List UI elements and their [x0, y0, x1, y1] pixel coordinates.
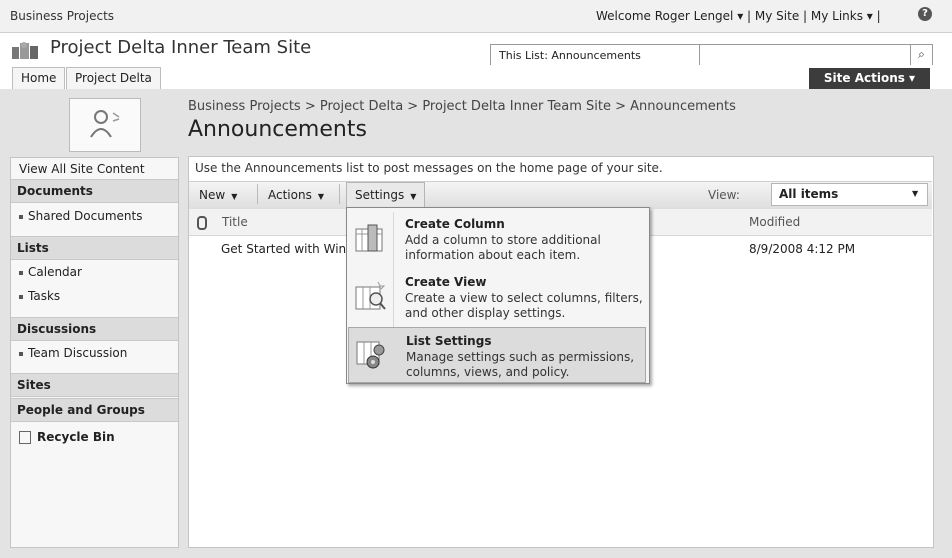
menu-item-description: Manage settings such as permissions, col…: [406, 350, 635, 379]
global-breadcrumb-link[interactable]: Business Projects: [10, 9, 114, 23]
tab-home[interactable]: Home: [12, 67, 66, 89]
column-modified-header[interactable]: Modified: [749, 215, 800, 229]
bullet-icon: [19, 294, 23, 299]
column-title-header[interactable]: Title: [222, 215, 248, 229]
nav-heading-people-groups[interactable]: People and Groups: [11, 398, 178, 422]
bullet-icon: [19, 270, 23, 275]
list-settings-icon: [356, 341, 385, 369]
nav-recycle-bin[interactable]: Recycle Bin: [11, 426, 186, 448]
recycle-bin-icon: [19, 431, 31, 444]
menu-item-create-column[interactable]: Create Column Add a column to store addi…: [348, 211, 646, 267]
view-select-value: All items: [779, 187, 839, 201]
menu-item-list-settings[interactable]: List Settings Manage settings such as pe…: [348, 327, 646, 383]
nav-item-tasks[interactable]: Tasks: [11, 285, 186, 307]
menu-item-create-view[interactable]: Create View Create a view to select colu…: [348, 269, 646, 325]
bullet-icon: [19, 351, 23, 356]
chevron-down-icon: ▼: [912, 189, 919, 198]
nav-heading-documents[interactable]: Documents: [11, 179, 178, 203]
site-image: [69, 98, 141, 152]
nav-heading-sites[interactable]: Sites: [11, 373, 178, 397]
page-title: Announcements: [188, 117, 367, 142]
menu-item-description: Add a column to store additional informa…: [405, 233, 601, 262]
menu-item-title: Create View: [405, 275, 487, 289]
toolbar-divider: [257, 184, 258, 204]
settings-label: Settings: [355, 188, 405, 202]
help-icon[interactable]: ?: [918, 7, 932, 21]
toolbar-divider: [339, 184, 340, 204]
nav-item-label: Shared Documents: [28, 209, 143, 223]
chevron-down-icon: ▼: [410, 192, 417, 201]
page-breadcrumb[interactable]: Business Projects > Project Delta > Proj…: [188, 99, 736, 114]
chevron-down-icon: ▼: [231, 192, 238, 201]
create-column-icon: [355, 224, 383, 252]
list-item-title-link[interactable]: Get Started with Windows SharePoint Serv…: [221, 242, 346, 256]
view-select[interactable]: All items ▼: [771, 183, 928, 206]
nav-item-team-discussion[interactable]: Team Discussion: [11, 342, 186, 364]
site-title[interactable]: Project Delta Inner Team Site: [50, 37, 311, 58]
actions-label: Actions: [268, 188, 312, 202]
chevron-down-icon: ▼: [317, 192, 324, 201]
settings-menu-button[interactable]: Settings ▼: [346, 182, 426, 209]
search-scope-value: This List: Announcements: [499, 49, 641, 62]
menu-item-description: Create a view to select columns, filters…: [405, 291, 643, 320]
settings-dropdown-menu: Create Column Add a column to store addi…: [346, 207, 650, 384]
nav-item-calendar[interactable]: Calendar: [11, 261, 186, 283]
search-icon[interactable]: ⌕: [910, 44, 933, 66]
nav-item-label: Team Discussion: [28, 346, 128, 360]
attachment-icon[interactable]: [197, 216, 207, 230]
new-menu-button[interactable]: New ▼: [199, 188, 237, 202]
user-menu-links[interactable]: Welcome Roger Lengel ▾ | My Site | My Li…: [596, 9, 881, 23]
view-label: View:: [708, 188, 740, 202]
nav-heading-discussions[interactable]: Discussions: [11, 317, 178, 341]
global-top-bar: Business Projects Welcome Roger Lengel ▾…: [0, 0, 952, 33]
nav-heading-lists[interactable]: Lists: [11, 236, 178, 260]
nav-view-all-content[interactable]: View All Site Content: [11, 158, 186, 180]
search-scope-select[interactable]: This List: Announcements ▼: [490, 44, 720, 66]
nav-item-label: Tasks: [28, 289, 61, 303]
people-icon: [90, 110, 120, 138]
nav-item-shared-documents[interactable]: Shared Documents: [11, 205, 186, 227]
tab-project-delta[interactable]: Project Delta: [66, 67, 161, 89]
list-description: Use the Announcements list to post messa…: [195, 161, 663, 175]
create-view-icon: [355, 281, 386, 310]
recycle-bin-label: Recycle Bin: [37, 430, 115, 444]
bullet-icon: [19, 214, 23, 219]
list-item-modified: 8/9/2008 4:12 PM: [749, 242, 856, 256]
actions-menu-button[interactable]: Actions ▼: [268, 188, 324, 202]
nav-item-label: Calendar: [28, 265, 82, 279]
menu-item-title: List Settings: [406, 334, 492, 348]
new-label: New: [199, 188, 226, 202]
search-input[interactable]: [699, 44, 911, 66]
menu-item-title: Create Column: [405, 217, 505, 231]
site-actions-menu[interactable]: Site Actions ▾: [809, 68, 930, 89]
site-logo-icon: [12, 42, 38, 59]
quick-launch-nav: View All Site Content Documents Shared D…: [10, 157, 179, 548]
